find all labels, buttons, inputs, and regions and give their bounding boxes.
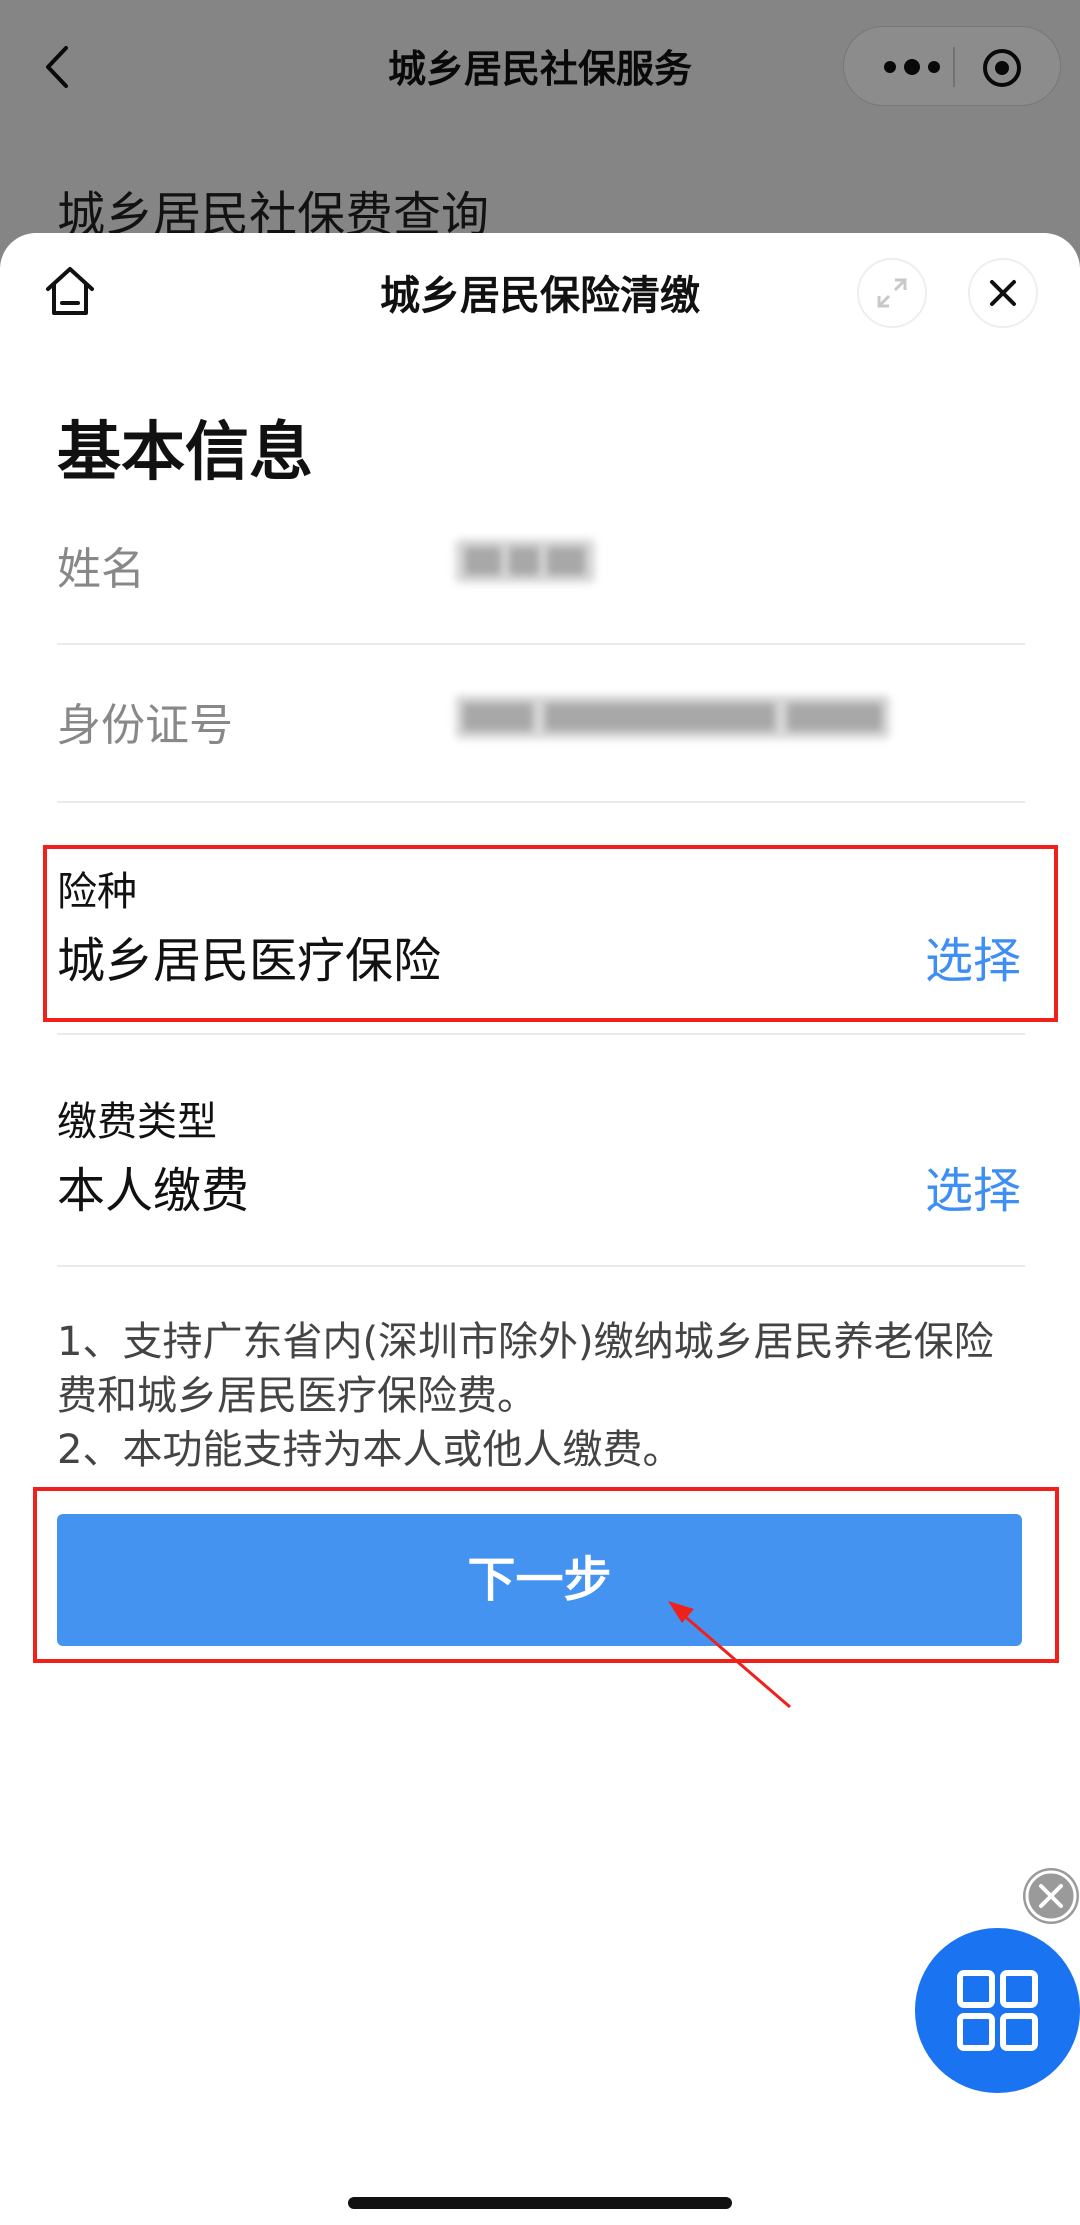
divider <box>57 1033 1025 1035</box>
divider <box>57 801 1025 803</box>
bottom-sheet: 城乡居民保险清缴 基本信息 姓名 身份证号 险种 城乡居民医疗保险 选择 缴费类… <box>0 233 1080 2225</box>
divider <box>57 643 1025 645</box>
screen: 城乡居民社保服务 城乡居民社保费查询 城乡居民保险清缴 基本信息 姓名 身份证号… <box>0 0 1080 2225</box>
expand-button[interactable] <box>857 258 927 328</box>
insurance-type-label: 险种 <box>57 869 137 915</box>
grid-icon <box>957 1970 1038 2051</box>
payment-type-label: 缴费类型 <box>57 1099 217 1145</box>
floating-menu-button[interactable] <box>915 1928 1080 2093</box>
name-label: 姓名 <box>57 544 145 595</box>
expand-icon <box>877 278 907 308</box>
payment-type-select[interactable]: 选择 <box>925 1151 1021 1221</box>
floating-close-button[interactable] <box>1023 1868 1079 1924</box>
next-step-button[interactable]: 下一步 <box>57 1514 1022 1646</box>
close-button[interactable] <box>968 258 1038 328</box>
id-number-value-redacted <box>455 695 890 739</box>
annotation-arrow-icon <box>668 1601 791 1709</box>
insurance-type-select[interactable]: 选择 <box>925 921 1021 991</box>
note-line-2: 2、本功能支持为本人或他人缴费。 <box>57 1427 683 1473</box>
divider <box>57 1265 1025 1267</box>
home-indicator[interactable] <box>348 2197 732 2209</box>
name-value-redacted <box>455 539 595 583</box>
close-icon <box>990 280 1016 306</box>
insurance-type-value: 城乡居民医疗保险 <box>57 933 442 989</box>
payment-type-value: 本人缴费 <box>57 1163 250 1219</box>
notes: 1、支持广东省内(深圳市除外)缴纳城乡居民养老保险费和城乡居民医疗保险费。 2、… <box>57 1315 1017 1477</box>
id-number-label: 身份证号 <box>57 700 233 751</box>
close-icon <box>1025 1870 1077 1922</box>
note-line-1: 1、支持广东省内(深圳市除外)缴纳城乡居民养老保险费和城乡居民医疗保险费。 <box>57 1319 994 1419</box>
section-title: 基本信息 <box>57 416 313 490</box>
sheet-header: 城乡居民保险清缴 <box>0 233 1080 348</box>
